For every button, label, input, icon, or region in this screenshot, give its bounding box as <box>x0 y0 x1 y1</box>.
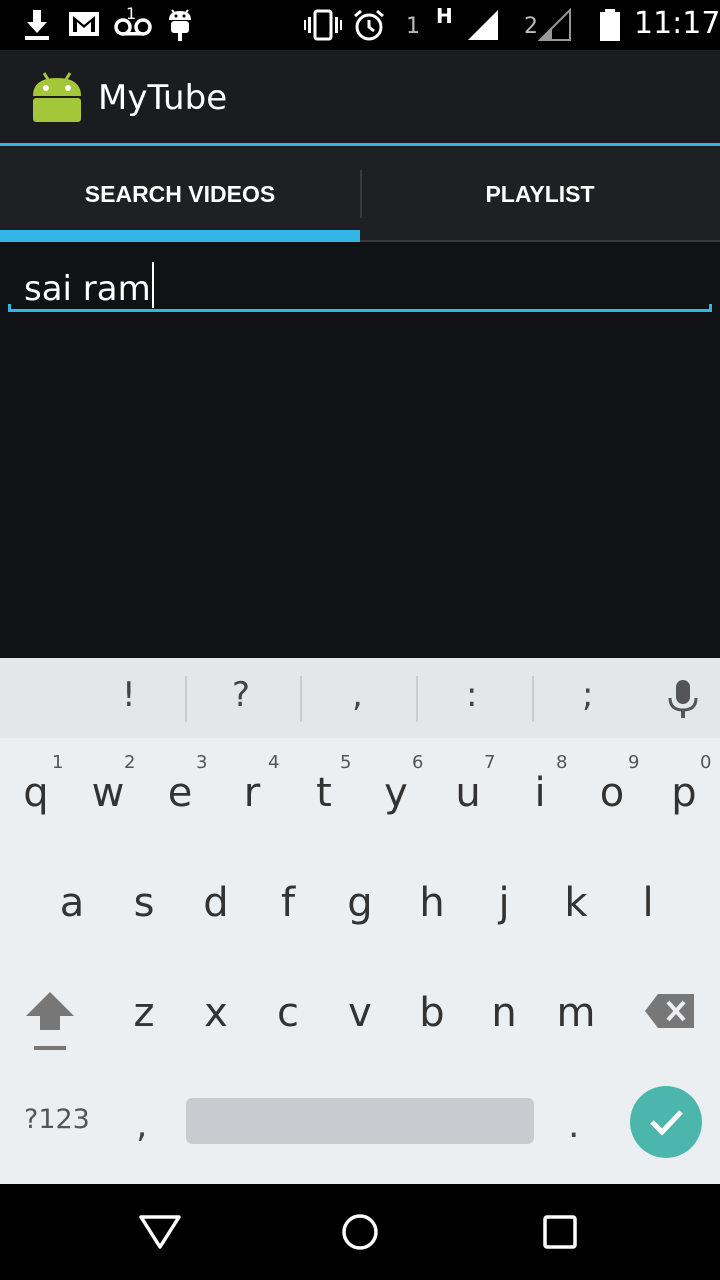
key-d[interactable]: d <box>186 880 246 926</box>
sim1-label: 1 <box>406 14 420 39</box>
key-t[interactable]: t <box>294 770 354 816</box>
symbols-key[interactable]: ?123 <box>24 1104 90 1135</box>
key-h[interactable]: h <box>402 880 462 926</box>
shift-key[interactable] <box>24 990 76 1054</box>
text-cursor <box>151 262 154 308</box>
tab-playlist[interactable]: PLAYLIST <box>360 146 720 242</box>
key-g[interactable]: g <box>330 880 390 926</box>
key-j[interactable]: j <box>474 880 534 926</box>
suggestion-separator <box>185 676 187 722</box>
key-hint-9: 9 <box>628 752 640 773</box>
key-hint-7: 7 <box>484 752 496 773</box>
vibrate-icon <box>304 9 342 41</box>
tab-search-videos[interactable]: SEARCH VIDEOS <box>0 146 360 242</box>
key-f[interactable]: f <box>258 880 318 926</box>
network-type: H <box>436 4 453 28</box>
suggestion-separator <box>300 676 302 722</box>
period-key[interactable]: . <box>568 1105 579 1146</box>
signal-weak-icon <box>538 8 571 41</box>
backspace-key[interactable] <box>644 992 696 1030</box>
android-debug-icon <box>169 9 191 41</box>
key-p[interactable]: p <box>654 770 714 816</box>
search-input-underline-right <box>709 304 712 312</box>
done-key[interactable] <box>630 1086 702 1158</box>
suggestion-exclaim[interactable]: ! <box>122 675 136 715</box>
key-w[interactable]: w <box>78 770 138 816</box>
key-z[interactable]: z <box>114 990 174 1036</box>
suggestion-separator <box>532 676 534 722</box>
key-hint-0: 0 <box>700 752 712 773</box>
download-icon <box>25 10 49 40</box>
search-input-value: sai ram <box>24 269 151 309</box>
home-icon[interactable] <box>340 1212 380 1252</box>
search-input-underline <box>8 309 712 312</box>
recent-apps-icon[interactable] <box>542 1214 578 1250</box>
signal-icon <box>468 10 498 40</box>
key-m[interactable]: m <box>546 990 606 1036</box>
key-n[interactable]: n <box>474 990 534 1036</box>
key-s[interactable]: s <box>114 880 174 926</box>
status-bar: 1 1 H 2 11:17 <box>0 0 720 50</box>
suggestion-colon[interactable]: : <box>466 675 477 715</box>
battery-icon <box>600 9 620 41</box>
android-robot-icon <box>33 72 81 122</box>
key-v[interactable]: v <box>330 990 390 1036</box>
key-r[interactable]: r <box>222 770 282 816</box>
key-y[interactable]: y <box>366 770 426 816</box>
clock: 11:17 <box>634 6 720 41</box>
key-hint-3: 3 <box>196 752 208 773</box>
key-hint-1: 1 <box>52 752 64 773</box>
key-l[interactable]: l <box>618 880 678 926</box>
voicemail-icon <box>114 18 152 36</box>
back-icon[interactable] <box>138 1214 182 1250</box>
microphone-icon[interactable] <box>666 678 700 720</box>
suggestion-semicolon[interactable]: ; <box>582 675 593 715</box>
key-k[interactable]: k <box>546 880 606 926</box>
key-e[interactable]: e <box>150 770 210 816</box>
app-title: MyTube <box>98 78 228 118</box>
key-a[interactable]: a <box>42 880 102 926</box>
checkmark-icon <box>650 1110 683 1136</box>
key-i[interactable]: i <box>510 770 570 816</box>
key-o[interactable]: o <box>582 770 642 816</box>
alarm-icon <box>354 9 384 41</box>
key-q[interactable]: q <box>6 770 66 816</box>
gmail-icon <box>69 12 99 36</box>
suggestion-separator <box>416 676 418 722</box>
key-c[interactable]: c <box>258 990 318 1036</box>
space-key[interactable] <box>186 1098 534 1144</box>
suggestion-comma[interactable]: , <box>352 675 363 715</box>
selected-tab-indicator <box>0 230 360 242</box>
key-hint-2: 2 <box>124 752 136 773</box>
tab-bar: SEARCH VIDEOS PLAYLIST <box>0 146 720 242</box>
key-hint-6: 6 <box>412 752 424 773</box>
comma-key[interactable]: , <box>136 1105 147 1146</box>
sim2-label: 2 <box>524 14 538 39</box>
search-input[interactable]: sai ram <box>24 262 154 309</box>
key-hint-5: 5 <box>340 752 352 773</box>
key-b[interactable]: b <box>402 990 462 1036</box>
key-x[interactable]: x <box>186 990 246 1036</box>
key-u[interactable]: u <box>438 770 498 816</box>
suggestion-question[interactable]: ? <box>232 675 250 715</box>
key-hint-4: 4 <box>268 752 280 773</box>
key-hint-8: 8 <box>556 752 568 773</box>
